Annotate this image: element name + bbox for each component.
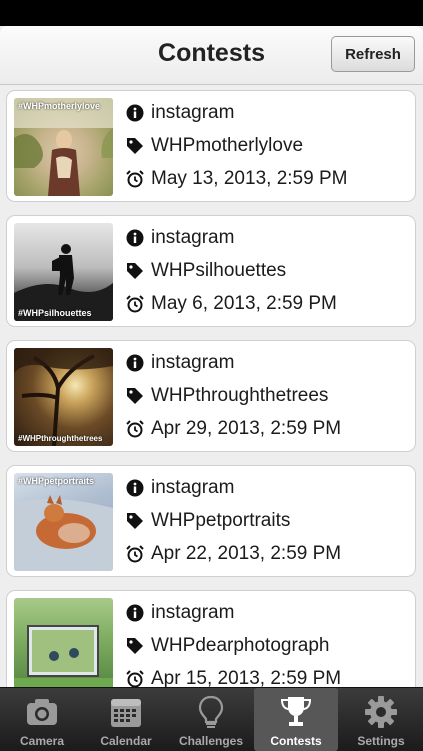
tag-icon xyxy=(127,638,143,654)
date-row: May 13, 2013, 2:59 PM xyxy=(126,167,347,191)
tag-icon xyxy=(127,138,143,154)
alarm-clock-icon xyxy=(126,545,144,563)
tag-row: WHPpetportraits xyxy=(126,509,290,533)
source-row: instagram xyxy=(126,476,234,500)
thumbnail-hashtag: #WHPmotherlylove xyxy=(18,101,101,111)
thumbnail-hashtag: #WHPpetportraits xyxy=(18,476,95,486)
alarm-clock-icon xyxy=(126,170,144,188)
tab-challenges[interactable]: Challenges xyxy=(169,688,253,751)
tab-settings[interactable]: Settings xyxy=(339,688,423,751)
contest-date: Apr 29, 2013, 2:59 PM xyxy=(151,418,342,439)
tag-row: WHPdearphotograph xyxy=(126,634,330,658)
alarm-clock-icon xyxy=(126,670,144,687)
source-row: instagram xyxy=(126,226,234,250)
contest-thumbnail: #WHPmotherlylove xyxy=(14,98,113,196)
thumbnail-hashtag: #WHPthroughthetrees xyxy=(18,434,103,443)
tab-calendar[interactable]: Calendar xyxy=(84,688,168,751)
contest-tag: WHPmotherlylove xyxy=(151,135,304,156)
date-row: Apr 15, 2013, 2:59 PM xyxy=(126,667,341,687)
alarm-clock-icon xyxy=(126,295,144,313)
source-row: instagram xyxy=(126,351,234,375)
tag-icon xyxy=(127,513,143,529)
contest-thumbnail: #WHPpetportraits xyxy=(14,473,113,571)
tab-label: Settings xyxy=(357,734,405,748)
tab-label: Camera xyxy=(19,734,65,748)
tab-label: Contests xyxy=(270,734,322,748)
contest-card[interactable]: #WHPsilhouettes instagram WHPsilhouettes… xyxy=(6,215,416,327)
tab-label: Calendar xyxy=(100,734,152,748)
date-row: Apr 22, 2013, 2:59 PM xyxy=(126,542,341,566)
tag-row: WHPmotherlylove xyxy=(126,134,303,158)
tab-camera[interactable]: Camera xyxy=(0,688,84,751)
contest-tag: WHPsilhouettes xyxy=(151,260,287,281)
info-icon xyxy=(126,354,144,372)
contest-date: May 13, 2013, 2:59 PM xyxy=(151,168,348,189)
tab-bar: Camera Calendar Challenges Contests Sett… xyxy=(0,687,423,751)
contest-tag: WHPpetportraits xyxy=(151,510,291,531)
contest-list[interactable]: #WHPmotherlylove instagram WHPmotherlylo… xyxy=(0,84,423,687)
contest-source: instagram xyxy=(151,227,235,248)
contest-source: instagram xyxy=(151,477,235,498)
info-icon xyxy=(126,479,144,497)
info-icon xyxy=(126,104,144,122)
contest-thumbnail: #WHPsilhouettes xyxy=(14,223,113,321)
status-bar xyxy=(0,0,423,26)
contest-card[interactable]: #WHPpetportraits instagram WHPpetportrai… xyxy=(6,465,416,577)
contest-tag: WHPdearphotograph xyxy=(151,635,330,656)
tag-icon xyxy=(127,388,143,404)
refresh-button[interactable]: Refresh xyxy=(331,36,415,72)
calendar-icon xyxy=(111,699,141,727)
tag-row: WHPthroughthetrees xyxy=(126,384,328,408)
alarm-clock-icon xyxy=(126,420,144,438)
contest-date: May 6, 2013, 2:59 PM xyxy=(151,293,337,314)
gear-icon xyxy=(365,696,397,728)
trophy-icon xyxy=(280,697,312,726)
info-icon xyxy=(126,604,144,622)
contest-card[interactable]: instagram WHPdearphotograph Apr 15, 2013… xyxy=(6,590,416,687)
contest-source: instagram xyxy=(151,102,235,123)
info-icon xyxy=(126,229,144,247)
date-row: Apr 29, 2013, 2:59 PM xyxy=(126,417,341,441)
tag-icon xyxy=(127,263,143,279)
navigation-bar: Contests Refresh xyxy=(0,26,423,85)
contest-thumbnail: #WHPthroughthetrees xyxy=(14,348,113,446)
tag-row: WHPsilhouettes xyxy=(126,259,286,283)
contest-thumbnail xyxy=(14,598,113,687)
contest-tag: WHPthroughthetrees xyxy=(151,385,329,406)
contest-card[interactable]: #WHPmotherlylove instagram WHPmotherlylo… xyxy=(6,90,416,202)
lightbulb-icon xyxy=(198,695,224,728)
date-row: May 6, 2013, 2:59 PM xyxy=(126,292,337,316)
contest-source: instagram xyxy=(151,602,235,623)
contest-source: instagram xyxy=(151,352,235,373)
contest-card[interactable]: #WHPthroughthetrees instagram WHPthrough… xyxy=(6,340,416,452)
tab-contests[interactable]: Contests xyxy=(254,688,338,751)
source-row: instagram xyxy=(126,101,234,125)
thumbnail-hashtag: #WHPsilhouettes xyxy=(18,308,92,318)
contest-date: Apr 22, 2013, 2:59 PM xyxy=(151,543,342,564)
contest-date: Apr 15, 2013, 2:59 PM xyxy=(151,668,342,687)
camera-icon xyxy=(27,699,57,725)
tab-label: Challenges xyxy=(178,734,244,748)
source-row: instagram xyxy=(126,601,234,625)
